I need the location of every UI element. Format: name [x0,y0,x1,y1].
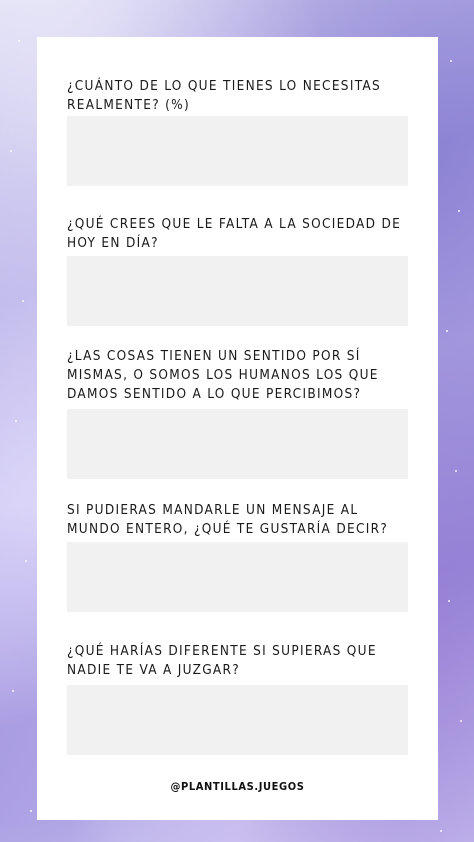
question-3: ¿Las cosas tienen un sentido por sí mism… [67,348,379,402]
footer-handle: @PLANTILLAS.JUEGOS [170,780,305,793]
question-4: Si pudieras mandarle un mensaje al mundo… [67,502,389,537]
answer-box-5[interactable] [67,685,408,755]
question-1: ¿Cuánto de lo que tienes lo necesitas re… [67,78,381,113]
answer-box-1[interactable] [67,116,408,186]
answer-box-4[interactable] [67,542,408,612]
question-2: ¿Qué crees que le falta a la sociedad de… [67,216,402,251]
answer-box-2[interactable] [67,256,408,326]
answer-box-3[interactable] [67,409,408,479]
question-5: ¿Qué harías diferente si supieras que na… [67,643,377,678]
